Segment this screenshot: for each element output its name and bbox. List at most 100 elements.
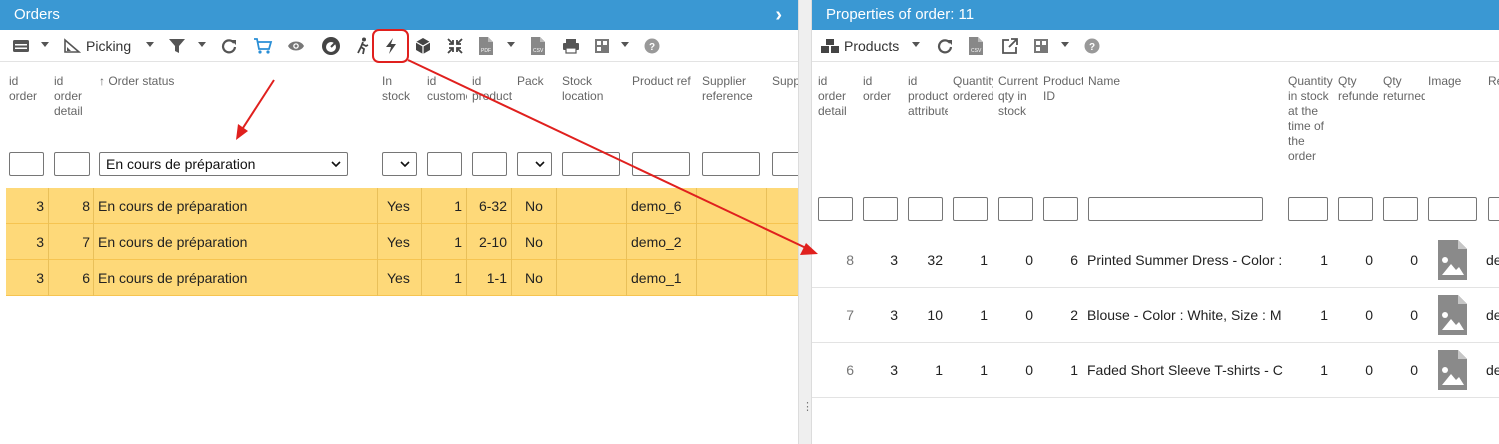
ruler-icon[interactable] — [63, 37, 81, 55]
filter-id-customer-input[interactable] — [427, 152, 462, 176]
col-header-pack[interactable]: Pack — [517, 74, 553, 89]
filter-pack-select[interactable] — [517, 152, 552, 176]
filter-id-order-input[interactable] — [863, 197, 898, 221]
speedometer-icon[interactable] — [321, 37, 341, 55]
table-row[interactable]: 6 3 1 1 0 1 Faded Short Sleeve T-shirts … — [812, 343, 1499, 398]
svg-text:PDF: PDF — [481, 48, 491, 54]
cell-reference: demo_2 — [1486, 307, 1499, 323]
compress-icon[interactable] — [446, 37, 464, 55]
filter-caret-icon[interactable] — [198, 42, 206, 47]
eye-icon[interactable] — [287, 37, 305, 55]
cell-qty-refunded: 0 — [1365, 362, 1373, 378]
grid-view-icon[interactable] — [12, 37, 30, 55]
grid-view-caret-icon[interactable] — [41, 42, 49, 47]
col-header-image[interactable]: Image — [1428, 74, 1478, 89]
col-header-qty-refunded[interactable]: Qty refunded — [1338, 74, 1378, 104]
columns-caret-icon[interactable] — [1061, 42, 1069, 47]
filter-icon[interactable] — [168, 37, 186, 55]
external-link-icon[interactable] — [1001, 37, 1019, 55]
filter-quantity-ordered-input[interactable] — [953, 197, 988, 221]
filter-id-order-detail-input[interactable] — [54, 152, 90, 176]
col-header-id-order-detail[interactable]: id order detail — [54, 74, 90, 119]
col-header-quantity-ordered[interactable]: Quantity ordered — [953, 74, 993, 104]
products-caret-icon[interactable] — [912, 42, 920, 47]
table-row[interactable]: 3 8 En cours de préparation Yes 1 6-32 N… — [6, 188, 798, 224]
filter-id-product-attribute-input[interactable] — [908, 197, 943, 221]
col-header-id-order[interactable]: id order — [863, 74, 899, 104]
cell-qty-in-stock-at-time: 1 — [1320, 362, 1328, 378]
cell-qty-refunded: 0 — [1365, 307, 1373, 323]
filter-order-status-select[interactable]: En cours de préparation — [99, 152, 348, 176]
col-header-name[interactable]: Name — [1088, 74, 1268, 89]
refresh-icon[interactable] — [220, 37, 238, 55]
pdf-icon[interactable]: PDF — [478, 37, 494, 55]
cell-product-id: 6 — [1070, 252, 1078, 268]
filter-qty-in-stock-input[interactable] — [1288, 197, 1328, 221]
filter-supplier-reference-input[interactable] — [702, 152, 760, 176]
walking-person-icon[interactable] — [356, 37, 370, 55]
image-placeholder-icon[interactable] — [1436, 239, 1468, 281]
filter-supplier-input[interactable] — [772, 152, 798, 176]
filter-current-qty-input[interactable] — [998, 197, 1033, 221]
col-header-supplier-reference[interactable]: Supplier reference — [702, 74, 766, 104]
cell-id-order: 3 — [36, 234, 44, 250]
filter-id-order-input[interactable] — [9, 152, 44, 176]
col-header-product-id[interactable]: Product ID — [1043, 74, 1083, 104]
image-placeholder-icon[interactable] — [1436, 349, 1468, 391]
col-header-id-order-detail[interactable]: id order detail — [818, 74, 854, 119]
panel-splitter[interactable]: ⋮ — [798, 0, 813, 444]
cell-product-id: 1 — [1070, 362, 1078, 378]
table-row[interactable]: 7 3 10 1 0 2 Blouse - Color : White, Siz… — [812, 288, 1499, 343]
filter-in-stock-select[interactable] — [382, 152, 417, 176]
table-row[interactable]: 3 6 En cours de préparation Yes 1 1-1 No… — [6, 260, 798, 296]
filter-product-ref-input[interactable] — [632, 152, 690, 176]
picking-menu-label[interactable]: Picking — [86, 38, 131, 54]
table-row[interactable]: 3 7 En cours de préparation Yes 1 2-10 N… — [6, 224, 798, 260]
table-row[interactable]: 8 3 32 1 0 6 Printed Summer Dress - Colo… — [812, 233, 1499, 288]
col-header-order-status[interactable]: ↑ Order status — [99, 74, 369, 89]
filter-qty-refunded-input[interactable] — [1338, 197, 1373, 221]
col-header-stock-location[interactable]: Stock location — [562, 74, 622, 104]
cubes-icon[interactable] — [820, 37, 840, 55]
cell-id-customer: 1 — [454, 270, 462, 286]
filter-id-order-detail-input[interactable] — [818, 197, 853, 221]
filter-product-id-input[interactable] — [1043, 197, 1078, 221]
columns-caret-icon[interactable] — [621, 42, 629, 47]
print-icon[interactable] — [562, 37, 580, 55]
filter-id-product-input[interactable] — [472, 152, 507, 176]
col-header-id-product-attribute[interactable]: id product attribute — [908, 74, 948, 119]
refresh-icon[interactable] — [936, 37, 954, 55]
properties-panel-title: Properties of order: 11 — [826, 6, 975, 23]
cell-qty-returned: 0 — [1410, 252, 1418, 268]
filter-stock-location-input[interactable] — [562, 152, 620, 176]
csv-icon[interactable]: CSV — [530, 37, 546, 55]
collapse-chevron-icon[interactable]: › — [775, 0, 782, 30]
col-header-qty-returned[interactable]: Qty returned — [1383, 74, 1425, 104]
columns-icon[interactable] — [1033, 37, 1049, 55]
filter-qty-returned-input[interactable] — [1383, 197, 1418, 221]
pdf-caret-icon[interactable] — [507, 42, 515, 47]
image-placeholder-icon[interactable] — [1436, 294, 1468, 336]
col-header-id-order[interactable]: id order — [9, 74, 43, 104]
products-menu-label[interactable]: Products — [844, 38, 899, 54]
help-icon[interactable]: ? — [1084, 37, 1100, 55]
box-icon[interactable] — [414, 37, 432, 55]
filter-image-input[interactable] — [1428, 197, 1477, 221]
cart-icon[interactable] — [253, 37, 273, 55]
filter-reference-input[interactable] — [1488, 197, 1499, 221]
csv-icon[interactable]: CSV — [968, 37, 984, 55]
col-header-supplier[interactable]: Supp — [772, 74, 798, 89]
col-header-reference[interactable]: Re — [1488, 74, 1499, 89]
columns-icon[interactable] — [594, 37, 610, 55]
col-header-current-qty[interactable]: Current qty in stock — [998, 74, 1040, 119]
cell-id-product-attribute: 1 — [935, 362, 943, 378]
filter-name-input[interactable] — [1088, 197, 1263, 221]
picking-caret-icon[interactable] — [146, 42, 154, 47]
col-header-product-ref[interactable]: Product ref — [632, 74, 698, 89]
col-header-id-product[interactable]: id product — [472, 74, 512, 104]
col-header-qty-in-stock-at-time[interactable]: Quantity in stock at the time of the ord… — [1288, 74, 1334, 180]
properties-panel-header: Properties of order: 11 — [812, 0, 1499, 30]
help-icon[interactable]: ? — [644, 37, 660, 55]
col-header-id-customer[interactable]: id customer — [427, 74, 467, 104]
col-header-in-stock[interactable]: In stock — [382, 74, 418, 104]
